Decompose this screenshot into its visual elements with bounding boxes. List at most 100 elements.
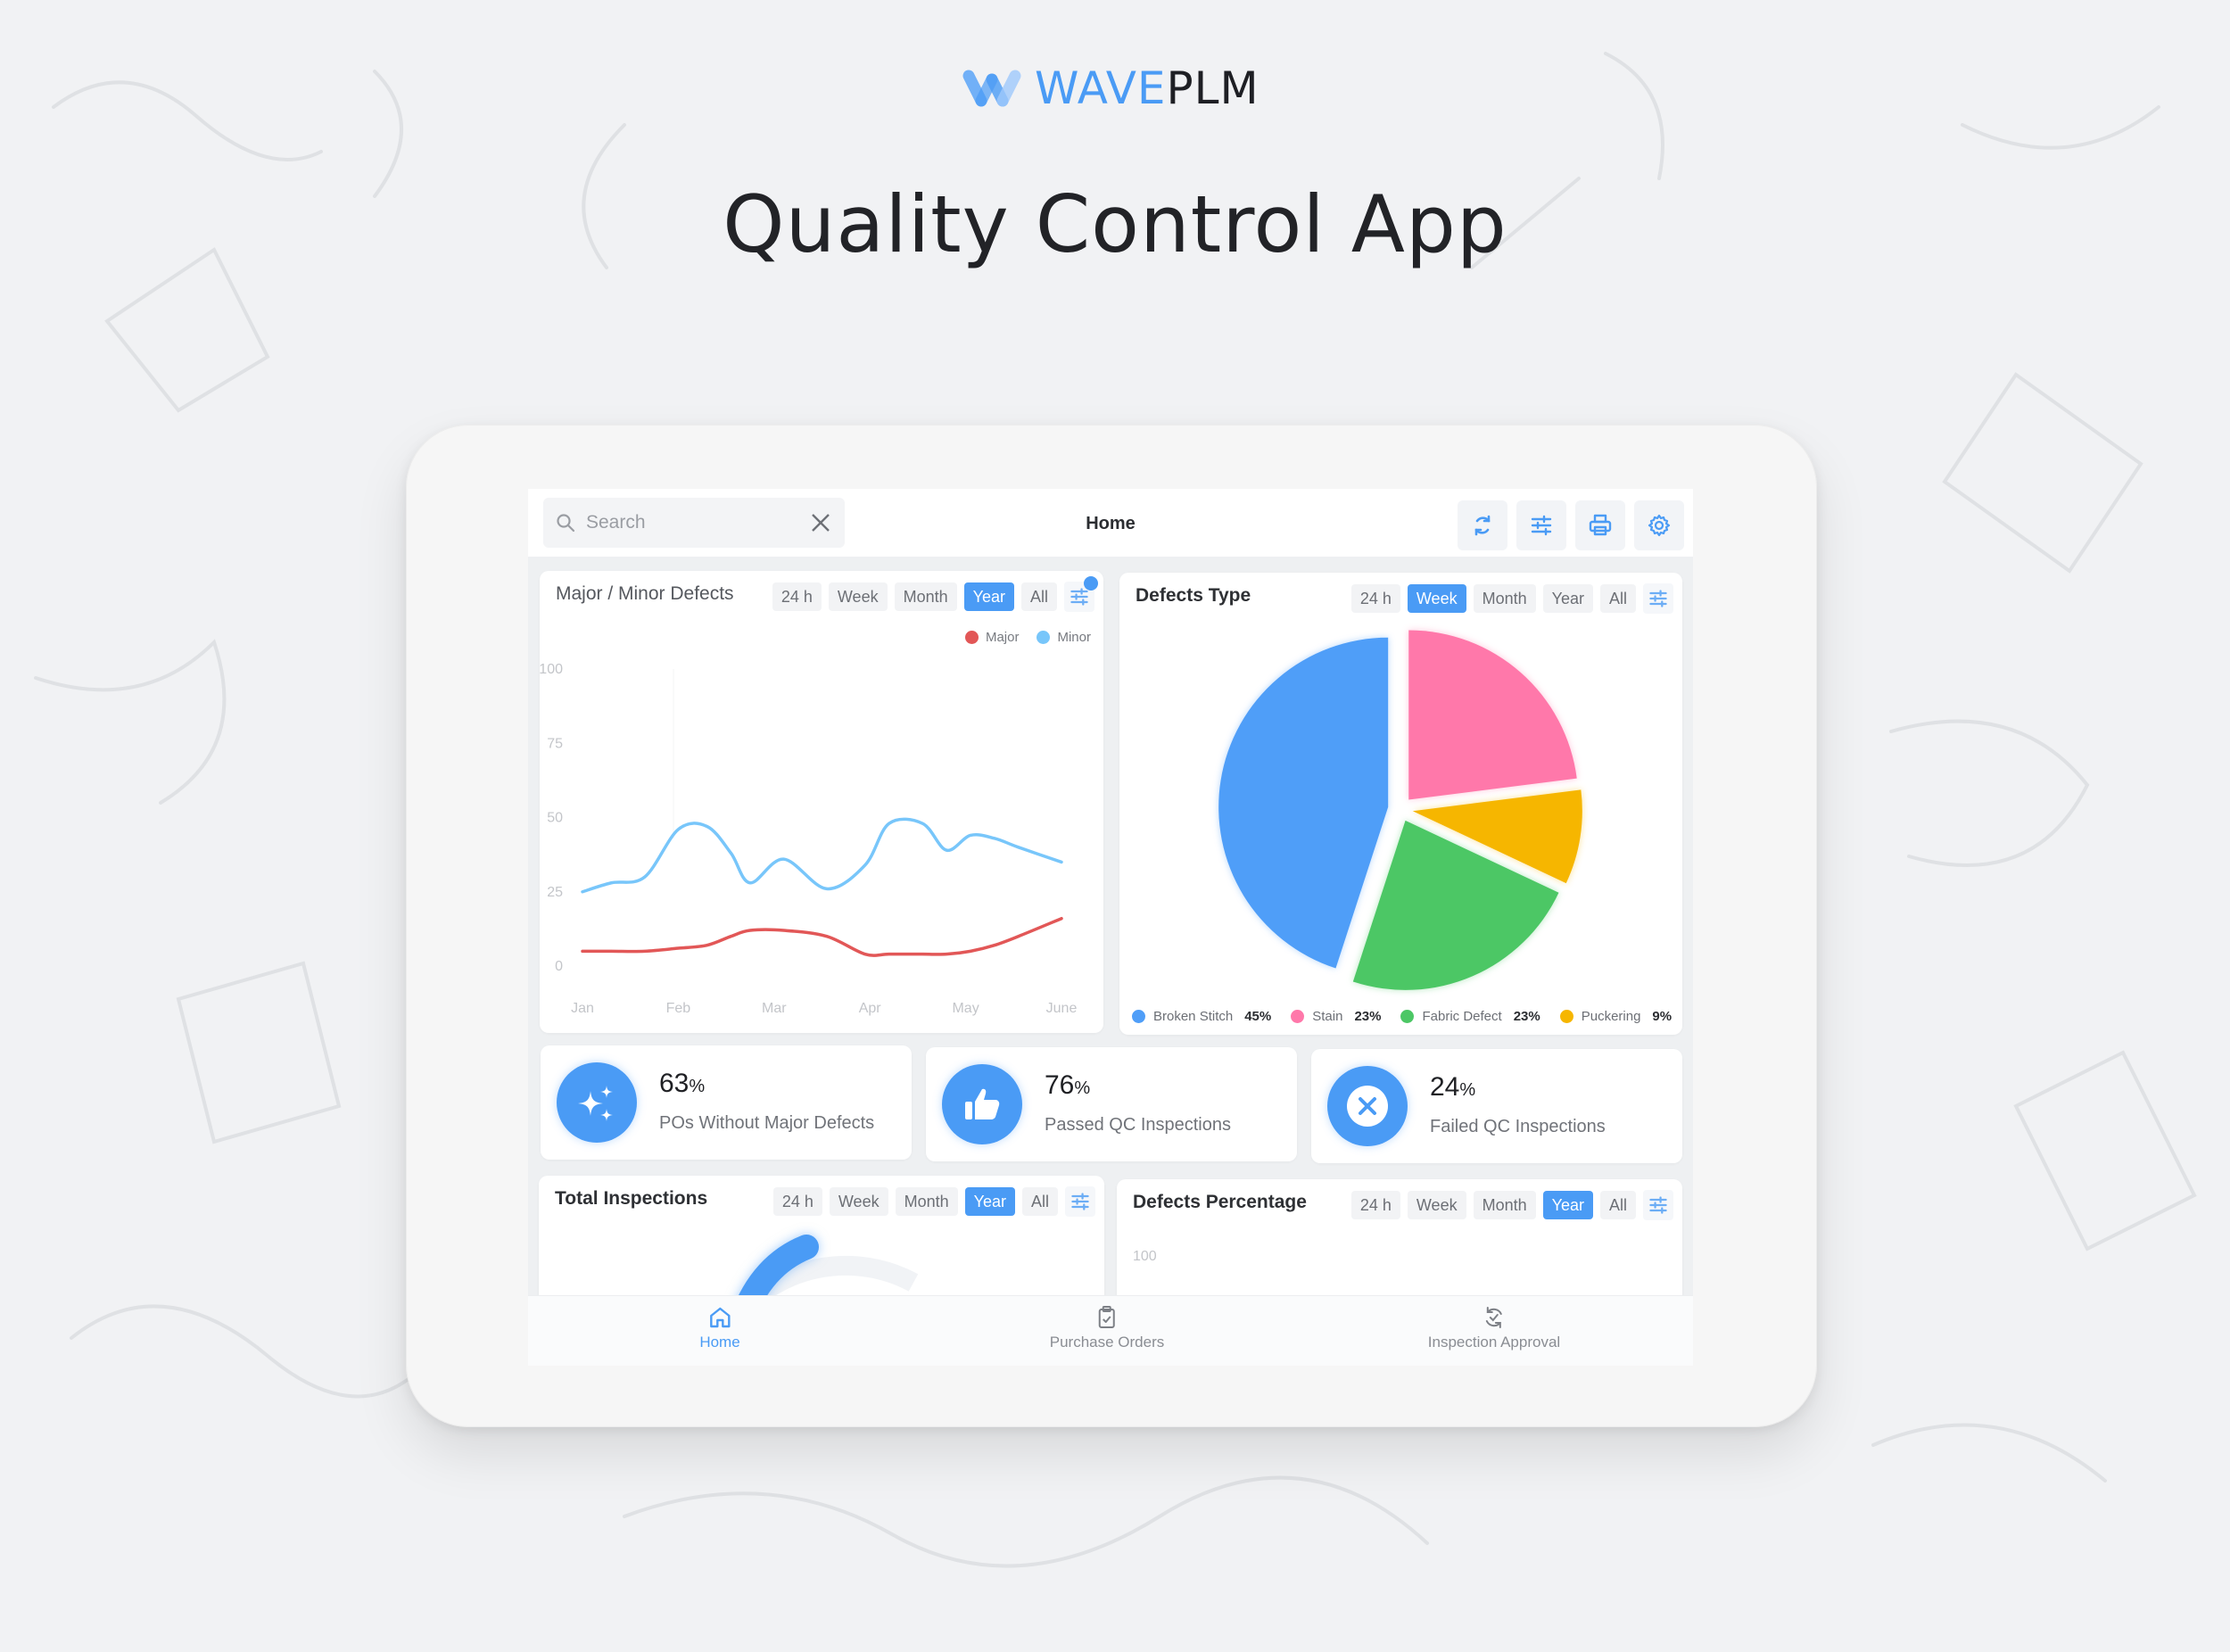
search-icon (557, 514, 575, 533)
defects-type-card: Defects Type 24 h Week Month Year All Br… (1119, 573, 1682, 1035)
approval-cycle-icon (1485, 1307, 1502, 1328)
pie-legend: Broken Stitch 45% Stain 23% Fabric Defect 2… (1132, 1009, 1672, 1024)
x-tick-label: May (952, 1001, 979, 1016)
bottom-navigation: Home Purchase Orders Inspection Approval (528, 1295, 1693, 1366)
legend-value: 23% (1513, 1009, 1540, 1024)
filter-settings-button[interactable] (1643, 1190, 1673, 1220)
stat-label: Passed QC Inspections (1045, 1115, 1231, 1135)
x-tick-label: Apr (859, 1001, 882, 1016)
wave-plm-logo: WAVEPLM (962, 62, 1260, 114)
wave-logo-icon (962, 70, 1021, 107)
close-icon[interactable] (809, 511, 832, 534)
y-tick-label: 75 (547, 736, 563, 751)
filter-month[interactable]: Month (1473, 1191, 1536, 1219)
legend-label: Stain (1312, 1009, 1343, 1024)
y-tick-label: 50 (547, 811, 563, 826)
pie-slice-stain (1408, 630, 1577, 800)
stat-label: Failed QC Inspections (1430, 1117, 1606, 1136)
filter-year[interactable]: Year (1542, 1191, 1593, 1219)
stat-value: 24% (1430, 1072, 1475, 1103)
defects-type-pie-chart (1218, 630, 1582, 990)
series-line-minor (581, 817, 1063, 894)
logo-text: WAVEPLM (1035, 62, 1260, 114)
search-input[interactable] (584, 511, 784, 534)
settings-button[interactable] (1634, 500, 1684, 550)
x-tick-label: Jan (571, 1001, 594, 1016)
search-field[interactable] (543, 498, 845, 548)
refresh-icon (1474, 515, 1491, 536)
home-icon (709, 1307, 731, 1328)
stat-unit: % (689, 1077, 706, 1096)
filter-week[interactable]: Week (1407, 584, 1466, 613)
filter-all[interactable]: All (1599, 584, 1636, 613)
stat-card-passed-qc[interactable]: 76% Passed QC Inspections (926, 1047, 1297, 1161)
toolbar (1458, 500, 1684, 550)
nav-inspection-approval[interactable]: Inspection Approval (1428, 1305, 1560, 1351)
nav-label: Inspection Approval (1427, 1334, 1561, 1351)
pie-slice-broken-stitch (1218, 637, 1389, 969)
print-button[interactable] (1575, 500, 1625, 550)
nav-label: Home (699, 1334, 740, 1351)
y-tick-label: 0 (555, 959, 563, 974)
legend-dot (1400, 1010, 1415, 1023)
sparkles-icon (578, 1086, 613, 1121)
legend-dot (1291, 1010, 1305, 1023)
legend-value: 9% (1652, 1009, 1672, 1024)
legend-item-broken-stitch: Broken Stitch 45% (1132, 1009, 1271, 1024)
stat-card-failed-qc[interactable]: 24% Failed QC Inspections (1311, 1049, 1682, 1163)
page-title: Quality Control App (723, 178, 1507, 270)
sliders-icon (1649, 1196, 1667, 1214)
stat-value: 63% (659, 1069, 705, 1099)
x-circle-icon (1347, 1086, 1388, 1127)
stat-unit: % (1459, 1080, 1476, 1100)
y-tick-label: 25 (547, 885, 563, 900)
nav-home[interactable]: Home (699, 1305, 740, 1351)
filter-24h[interactable]: 24 h (1350, 1191, 1400, 1219)
legend-label: Fabric Defect (1422, 1009, 1502, 1024)
card-title: Defects Type (1136, 585, 1251, 606)
stat-number: 76 (1045, 1070, 1075, 1100)
stat-label: POs Without Major Defects (659, 1113, 875, 1133)
stat-card-pos-without-major-defects[interactable]: 63% POs Without Major Defects (541, 1045, 912, 1160)
adjust-button[interactable] (1516, 500, 1566, 550)
y-axis-top-label: 100 (1133, 1249, 1157, 1264)
stat-icon-circle (1327, 1066, 1408, 1146)
stat-icon-circle (557, 1062, 637, 1143)
x-tick-label: Feb (666, 1001, 691, 1016)
legend-dot (1132, 1010, 1145, 1023)
time-filter: 24 h Week Month Year All (1350, 583, 1673, 614)
top-bar: Home (528, 489, 1693, 557)
refresh-button[interactable] (1458, 500, 1507, 550)
filter-24h[interactable]: 24 h (1350, 584, 1400, 613)
app-screen: Home Major / Minor Defects 24 h Week Mon… (528, 489, 1693, 1366)
legend-item-puckering: Puckering 9% (1559, 1009, 1672, 1024)
clipboard-check-icon (1099, 1306, 1115, 1328)
gear-icon (1648, 514, 1671, 537)
stat-number: 63 (659, 1069, 690, 1098)
filter-week[interactable]: Week (1407, 1191, 1466, 1219)
nav-purchase-orders[interactable]: Purchase Orders (1049, 1305, 1165, 1351)
legend-label: Broken Stitch (1153, 1009, 1234, 1024)
y-tick-label: 100 (540, 662, 563, 677)
legend-item-stain: Stain 23% (1291, 1009, 1381, 1024)
card-title: Defects Percentage (1133, 1192, 1307, 1212)
logo-wave-text: WAVE (1035, 62, 1167, 114)
logo-plm-text: PLM (1166, 62, 1260, 114)
legend-value: 45% (1244, 1009, 1272, 1024)
filter-settings-button[interactable] (1643, 583, 1673, 614)
x-tick-label: Mar (762, 1001, 787, 1016)
legend-item-fabric-defect: Fabric Defect 23% (1400, 1009, 1540, 1024)
stat-unit: % (1074, 1078, 1091, 1098)
major-minor-defects-card: Major / Minor Defects 24 h Week Month Ye… (540, 571, 1103, 1033)
nav-label: Purchase Orders (1049, 1334, 1165, 1351)
thumbs-up-icon (965, 1088, 1000, 1119)
filter-year[interactable]: Year (1542, 584, 1593, 613)
major-minor-line-chart: 0 25 50 75 100 Jan Feb Mar Apr May June (540, 662, 1077, 1016)
legend-label: Puckering (1581, 1009, 1641, 1024)
filter-month[interactable]: Month (1473, 584, 1536, 613)
sliders-icon (1531, 515, 1552, 536)
series-line-major (581, 916, 1063, 957)
filter-all[interactable]: All (1599, 1191, 1636, 1219)
stat-icon-circle (942, 1064, 1022, 1144)
printer-icon (1589, 514, 1612, 536)
